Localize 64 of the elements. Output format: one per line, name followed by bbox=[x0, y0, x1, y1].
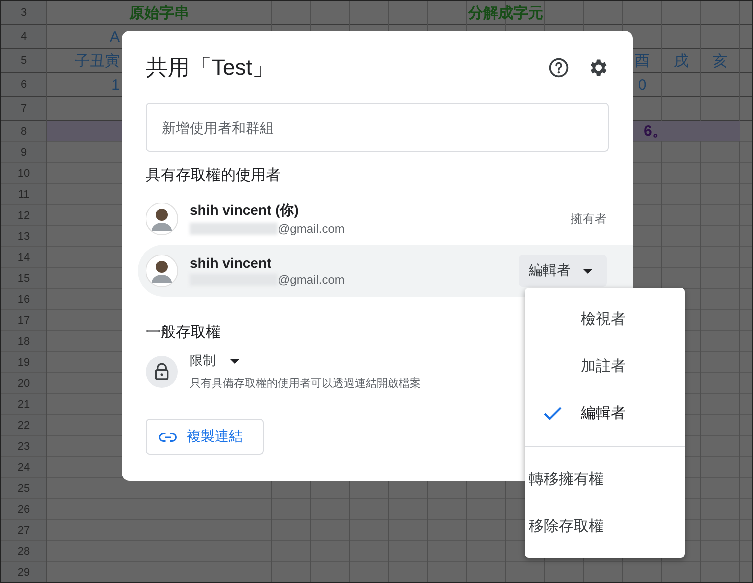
avatar-icon bbox=[146, 203, 178, 235]
person-name: shih vincent bbox=[190, 255, 273, 271]
avatar-icon bbox=[146, 255, 178, 287]
row-number[interactable]: 9 bbox=[1, 142, 47, 163]
row-number[interactable]: 15 bbox=[1, 268, 47, 289]
menu-item[interactable]: 加註者 bbox=[525, 343, 685, 390]
menu-item[interactable]: 檢視者 bbox=[525, 296, 685, 343]
role-dropdown[interactable]: 編輯者 bbox=[519, 255, 607, 287]
row-number[interactable]: 3 bbox=[1, 1, 47, 25]
row-number[interactable]: 4 bbox=[1, 25, 47, 49]
email-text: @gmail.com bbox=[278, 222, 345, 236]
check-icon bbox=[543, 406, 563, 422]
menu-item[interactable]: 編輯者 bbox=[525, 390, 685, 437]
help-icon[interactable] bbox=[548, 57, 570, 79]
table-cell-text: 酉 bbox=[634, 52, 651, 72]
table-cell-text: A bbox=[110, 28, 120, 48]
table-cell-text: 子丑寅 bbox=[75, 52, 120, 72]
table-cell-text: 分解成字元 bbox=[467, 4, 544, 24]
row-number[interactable]: 16 bbox=[1, 289, 47, 310]
table-cell-text: 亥 bbox=[712, 52, 729, 72]
row-number[interactable]: 24 bbox=[1, 457, 47, 478]
row-number[interactable]: 22 bbox=[1, 415, 47, 436]
row-number[interactable]: 6 bbox=[1, 73, 47, 97]
table-cell-text: 原始字串 bbox=[128, 4, 190, 24]
dialog-title: 共用「Test」 bbox=[146, 54, 276, 82]
row-number[interactable]: 17 bbox=[1, 310, 47, 331]
row-number[interactable]: 23 bbox=[1, 436, 47, 457]
email-text: @gmail.com bbox=[278, 273, 345, 287]
row-number[interactable]: 7 bbox=[1, 97, 47, 121]
row-number[interactable]: 11 bbox=[1, 184, 47, 205]
row-number[interactable]: 18 bbox=[1, 331, 47, 352]
row-number[interactable]: 12 bbox=[1, 205, 47, 226]
person-name: shih vincent (你) bbox=[190, 202, 300, 220]
lock-icon bbox=[146, 356, 178, 388]
row-number[interactable]: 25 bbox=[1, 478, 47, 499]
menu-item[interactable]: 移除存取權 bbox=[525, 503, 685, 550]
row-number[interactable]: 19 bbox=[1, 352, 47, 373]
add-people-field[interactable]: 新增使用者和群組 bbox=[146, 103, 609, 152]
section-heading: 一般存取權 bbox=[146, 323, 222, 342]
copy-link-button[interactable]: 複製連結 bbox=[146, 419, 264, 455]
caret-icon bbox=[230, 358, 240, 364]
table-cell-text: 0 bbox=[637, 76, 648, 96]
access-dropdown[interactable]: 限制 bbox=[190, 352, 421, 370]
row-number[interactable]: 10 bbox=[1, 163, 47, 184]
role-label: 擁有者 bbox=[571, 210, 607, 228]
row-number[interactable]: 20 bbox=[1, 373, 47, 394]
row-number[interactable]: 13 bbox=[1, 226, 47, 247]
access-description: 只有具備存取權的使用者可以透過連結開啟檔案 bbox=[190, 376, 421, 391]
row-number[interactable]: 29 bbox=[1, 562, 47, 582]
row-number[interactable]: 27 bbox=[1, 520, 47, 541]
table-cell-text: 戌 bbox=[673, 52, 690, 72]
section-heading: 具有存取權的使用者 bbox=[146, 166, 282, 185]
table-cell-text: 1 bbox=[112, 76, 120, 96]
row-number[interactable]: 28 bbox=[1, 541, 47, 562]
caret-icon bbox=[583, 268, 593, 274]
menu-item[interactable]: 轉移擁有權 bbox=[525, 456, 685, 503]
row-number[interactable]: 21 bbox=[1, 394, 47, 415]
row-number[interactable]: 14 bbox=[1, 247, 47, 268]
table-cell-text: 6。 bbox=[643, 122, 668, 142]
link-icon bbox=[159, 432, 177, 442]
row-number[interactable]: 26 bbox=[1, 499, 47, 520]
row-number[interactable]: 8 bbox=[1, 121, 47, 142]
row-number[interactable]: 5 bbox=[1, 49, 47, 73]
person-row[interactable]: shih vincent @gmail.com 編輯者 bbox=[138, 245, 633, 297]
